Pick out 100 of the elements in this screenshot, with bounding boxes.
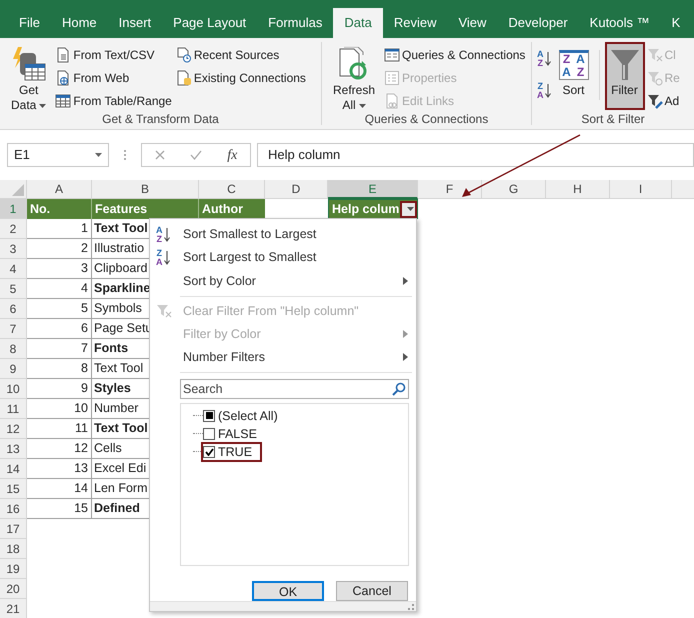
row-header[interactable]: 4 xyxy=(0,259,27,279)
row-header[interactable]: 10 xyxy=(0,379,27,399)
checkbox[interactable] xyxy=(203,446,215,458)
row-header[interactable]: 18 xyxy=(0,539,27,559)
selected-cell[interactable]: Help colum xyxy=(328,199,418,219)
table-cell: 14 xyxy=(27,479,92,499)
row-header[interactable]: 15 xyxy=(0,479,27,499)
column-header[interactable]: G xyxy=(482,180,546,199)
row-header[interactable]: 8 xyxy=(0,339,27,359)
caret-icon xyxy=(95,153,102,157)
resize-grip-icon[interactable] xyxy=(408,604,414,610)
row-header[interactable]: 16 xyxy=(0,499,27,519)
ribbon-button[interactable]: Queries & Connections xyxy=(384,45,526,65)
select-all-corner-icon[interactable] xyxy=(12,184,24,196)
table-cell-text: Symbols xyxy=(94,300,142,318)
table-cell: 10 xyxy=(27,399,92,419)
ribbon-tab[interactable]: Review xyxy=(382,8,448,38)
row-header[interactable]: 5 xyxy=(0,279,27,299)
ribbon-button[interactable]: From Web xyxy=(55,68,172,88)
column-header[interactable]: H xyxy=(546,180,610,199)
formula-field[interactable]: Help column xyxy=(257,143,694,167)
ribbon-tab[interactable]: Home xyxy=(50,8,108,38)
row-header[interactable]: 2 xyxy=(0,219,27,239)
ribbon-tab[interactable]: Page Layout xyxy=(162,8,258,38)
ribbon-tab[interactable]: Formulas xyxy=(257,8,334,38)
table-cell: 5 xyxy=(27,299,92,319)
ribbon-button[interactable]: Existing Connections xyxy=(176,68,306,88)
column-header[interactable]: F xyxy=(418,180,482,199)
ribbon-button[interactable]: From Text/CSV xyxy=(55,45,172,65)
ribbon-tab[interactable]: Kutools ™ xyxy=(578,8,661,38)
name-box[interactable]: E1 xyxy=(7,143,109,167)
document-database-icon xyxy=(176,70,192,86)
table-cell: 2 xyxy=(27,239,92,259)
group-label: Queries & Connections xyxy=(364,111,488,127)
row-header[interactable]: 6 xyxy=(0,299,27,319)
funnel-icon xyxy=(610,48,640,82)
column-header[interactable]: I xyxy=(610,180,672,199)
table-cell: Author xyxy=(199,199,265,219)
column-header[interactable]: A xyxy=(27,180,92,199)
menu-item[interactable]: Sort by Color xyxy=(150,269,416,293)
row-header[interactable]: 7 xyxy=(0,319,27,339)
cancel-button[interactable]: Cancel xyxy=(336,581,408,602)
row-header[interactable]: 17 xyxy=(0,519,27,539)
row-header[interactable]: 21 xyxy=(0,599,27,618)
value-item[interactable]: FALSE xyxy=(203,426,265,442)
ribbon-button[interactable]: Recent Sources xyxy=(176,45,306,65)
ribbon-button[interactable]: From Table/Range xyxy=(55,91,172,111)
more-icon xyxy=(123,149,127,161)
value-item[interactable]: TRUE xyxy=(203,444,260,460)
cancel-icon[interactable] xyxy=(154,150,165,160)
menu-item[interactable]: A Z Sort Smallest to Largest xyxy=(150,223,416,246)
sort-tiles-icon: Z A A Z xyxy=(558,50,588,80)
menu-item[interactable]: Z A Sort Largest to Smallest xyxy=(150,246,416,270)
row-header[interactable]: 3 xyxy=(0,239,27,259)
ribbon-tab[interactable]: File xyxy=(8,8,51,38)
row-header[interactable]: 19 xyxy=(0,559,27,579)
row-header[interactable]: 20 xyxy=(0,579,27,599)
column-header[interactable]: C xyxy=(199,180,265,199)
filter-dropdown-button[interactable] xyxy=(400,200,417,218)
row-header[interactable]: 12 xyxy=(0,419,27,439)
table-cell: 6 xyxy=(27,319,92,339)
column-header[interactable] xyxy=(672,180,694,199)
table-cell-text: Help colum xyxy=(332,200,400,218)
menu-item[interactable]: Number Filters xyxy=(150,346,416,369)
table-cell-text: Illustratio xyxy=(94,240,144,258)
sort-button[interactable]: Z A A Z Sort xyxy=(554,42,594,110)
refresh-button[interactable]: Refresh All xyxy=(328,42,380,110)
row-header[interactable]: 1 xyxy=(0,199,27,219)
checkbox[interactable] xyxy=(203,410,215,422)
insert-function-button[interactable]: fx xyxy=(227,144,238,166)
search-field[interactable]: Search xyxy=(180,378,409,399)
ribbon-tab[interactable]: Developer xyxy=(497,8,579,38)
check-icon[interactable] xyxy=(190,150,202,160)
table-cell: 7 xyxy=(27,339,92,359)
table-cell-text: Cells xyxy=(94,440,122,458)
ribbon-tab[interactable]: View xyxy=(447,8,498,38)
database-table-icon xyxy=(12,47,46,83)
get-data-button[interactable]: Get Data xyxy=(6,42,52,110)
clear-filter-icon xyxy=(646,47,662,63)
column-header[interactable]: B xyxy=(92,180,199,199)
ribbon-tab[interactable]: Insert xyxy=(108,8,162,38)
column-header[interactable]: D xyxy=(265,180,328,199)
ribbon-tab[interactable]: Data xyxy=(333,8,383,38)
column-header[interactable]: E xyxy=(328,180,418,199)
table-cell-text: Clipboard xyxy=(94,260,148,278)
ribbon-button[interactable]: Ad xyxy=(646,91,680,111)
table-cell-text: Text Tool xyxy=(94,420,148,438)
row-header[interactable]: 11 xyxy=(0,399,27,419)
ribbon-tab[interactable]: K xyxy=(660,8,692,38)
filter-button[interactable]: Filter xyxy=(604,42,644,110)
row-header[interactable]: 9 xyxy=(0,359,27,379)
row-header[interactable]: 14 xyxy=(0,459,27,479)
search-icon xyxy=(392,382,406,396)
ok-button[interactable]: OK xyxy=(252,581,324,602)
table-cell: 1 xyxy=(27,219,92,239)
value-item[interactable]: (Select All) xyxy=(203,408,286,424)
row-header[interactable]: 13 xyxy=(0,439,27,459)
table-cell: 13 xyxy=(27,459,92,479)
checkbox[interactable] xyxy=(203,428,215,440)
table-cell-text: Defined xyxy=(94,500,140,518)
